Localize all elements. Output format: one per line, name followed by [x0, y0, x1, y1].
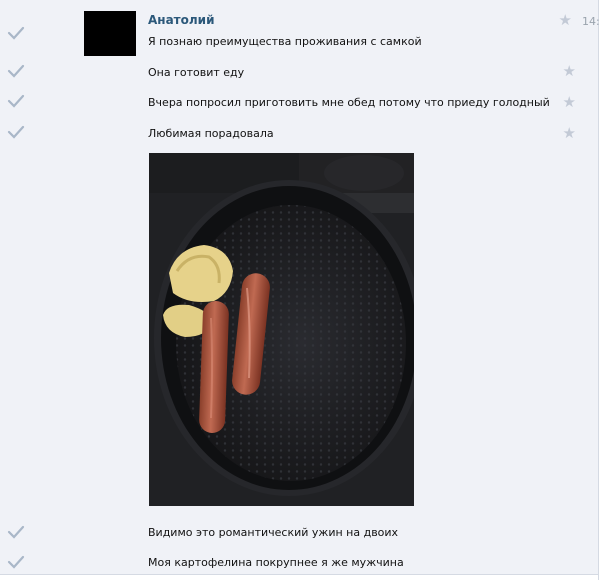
- photo-attachment[interactable]: [149, 153, 414, 506]
- avatar[interactable]: [84, 11, 136, 56]
- star-icon[interactable]: ★: [563, 95, 576, 110]
- message-text: Любимая порадовала: [148, 127, 274, 140]
- check-icon: [7, 525, 25, 539]
- frying-pan-photo: [149, 153, 414, 506]
- check-icon: [7, 94, 25, 108]
- author-name[interactable]: Анатолий: [148, 13, 214, 27]
- message-time: 14:: [582, 15, 600, 28]
- dialog-panel: Анатолий 14: ★ ★ ★ ★ Я познаю преимущест…: [0, 0, 600, 580]
- message-text: Вчера попросил приготовить мне обед пото…: [148, 96, 550, 109]
- check-icon: [7, 26, 25, 40]
- message-text: Я познаю преимущества проживания с самко…: [148, 35, 422, 48]
- message-text: Моя картофелина покрупнее я же мужчина: [148, 556, 404, 569]
- check-icon: [7, 64, 25, 78]
- star-icon[interactable]: ★: [563, 126, 576, 141]
- star-icon[interactable]: ★: [563, 64, 576, 79]
- message-text: Она готовит еду: [148, 66, 245, 79]
- check-icon: [7, 125, 25, 139]
- check-icon: [7, 555, 25, 569]
- star-icon[interactable]: ★: [559, 13, 572, 28]
- message-text: Видимо это романтический ужин на двоих: [148, 526, 399, 539]
